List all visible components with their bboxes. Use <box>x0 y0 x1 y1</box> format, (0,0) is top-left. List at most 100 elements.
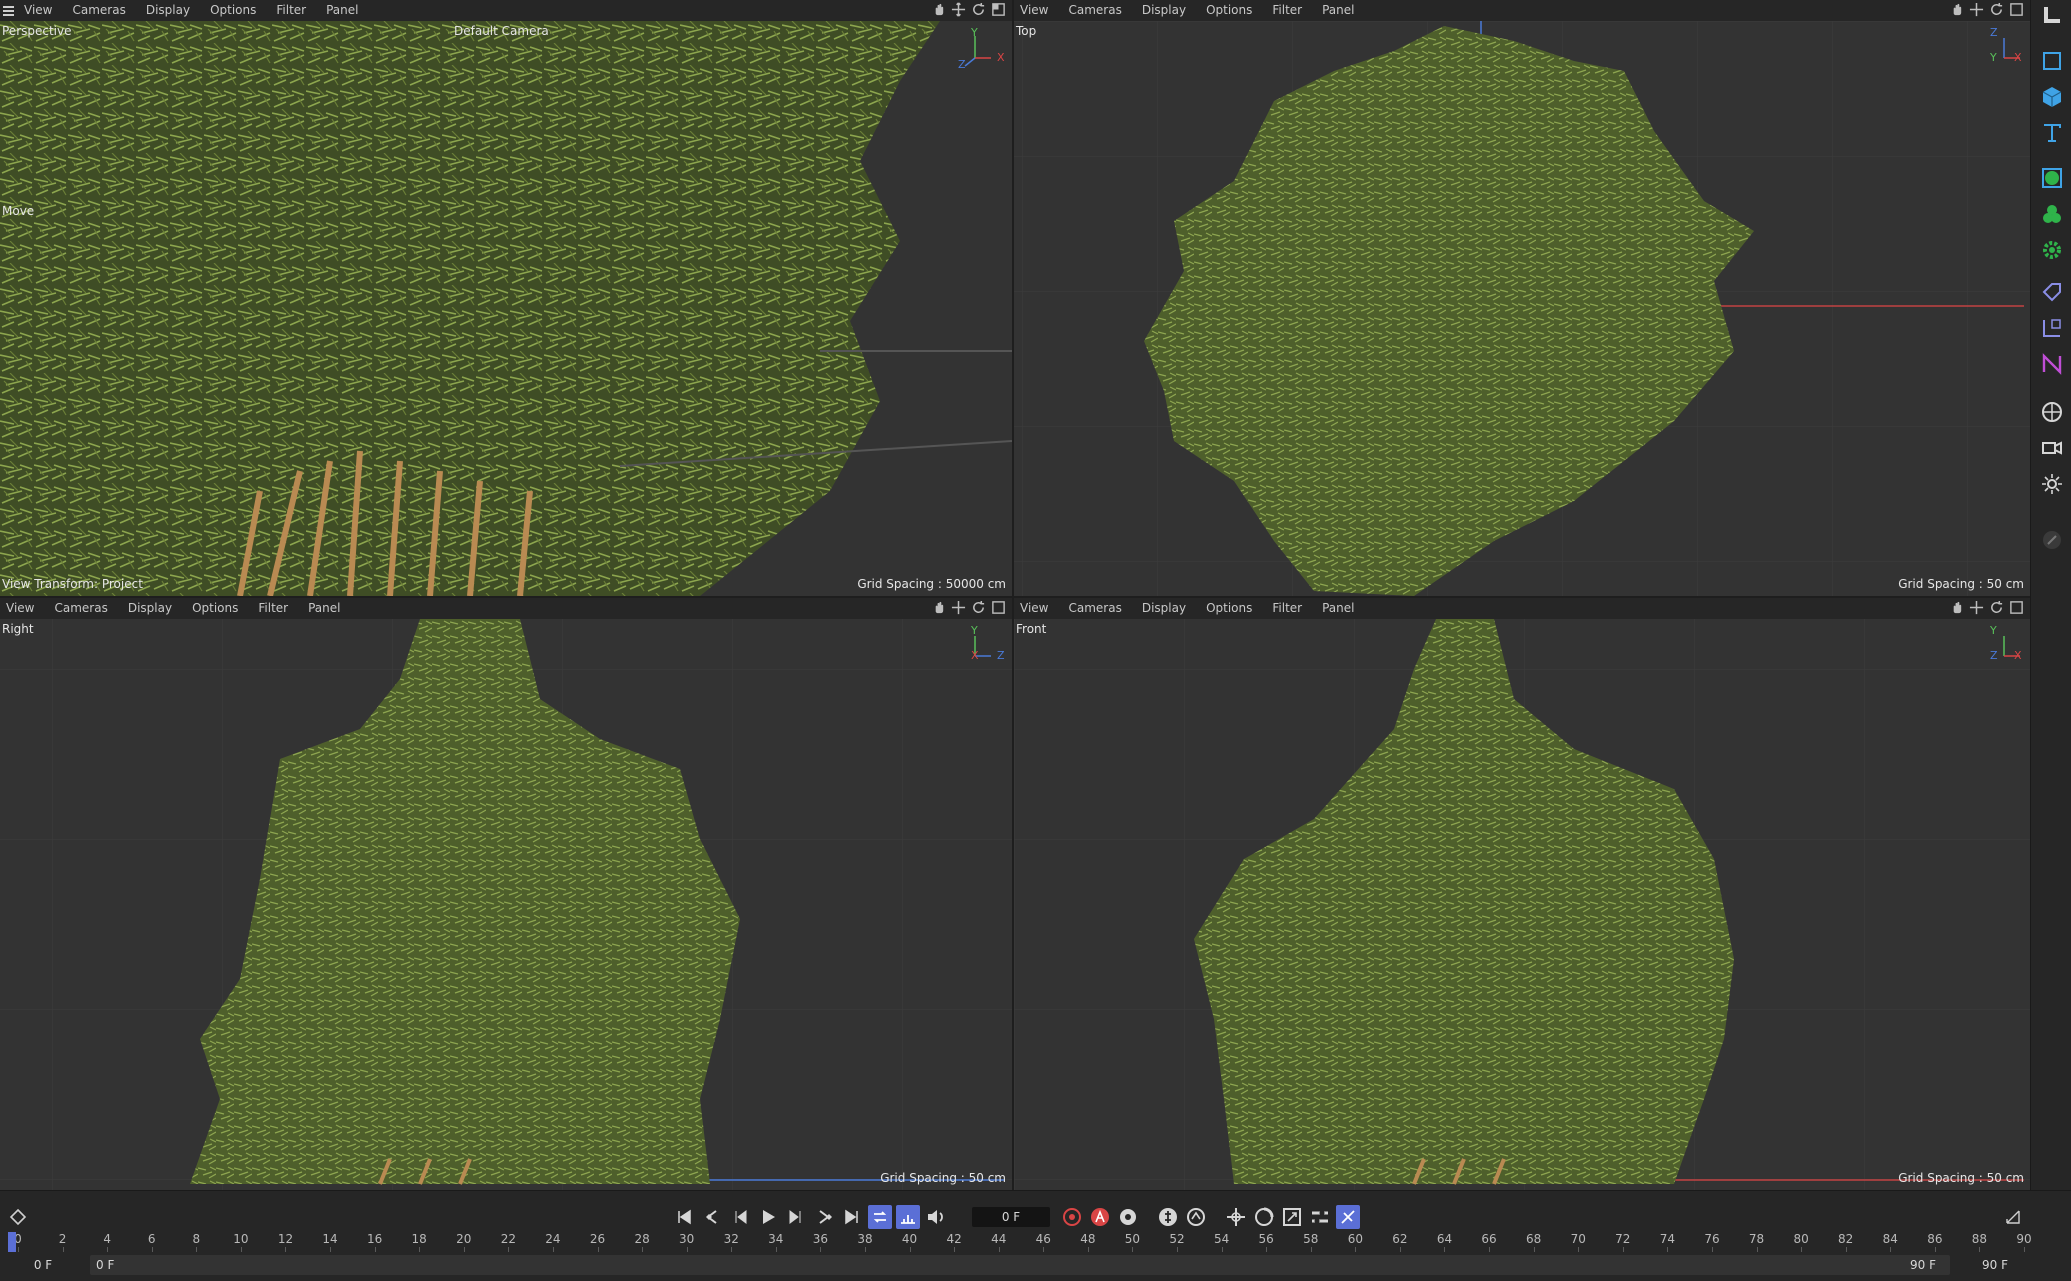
menu-display[interactable]: Display <box>136 0 200 21</box>
cube-outline-icon[interactable] <box>2040 49 2064 73</box>
previous-frame-icon[interactable] <box>728 1205 752 1229</box>
play-icon[interactable] <box>756 1205 780 1229</box>
keyframe-settings-icon[interactable] <box>1116 1205 1140 1229</box>
pan-icon[interactable] <box>1949 2 1964 17</box>
menu-panel[interactable]: Panel <box>316 0 368 21</box>
pan-icon[interactable] <box>931 2 946 17</box>
menu-display[interactable]: Display <box>1132 0 1196 21</box>
key-filter-icon[interactable] <box>1156 1205 1180 1229</box>
playback-rate-icon[interactable] <box>896 1205 920 1229</box>
menu-options[interactable]: Options <box>1196 0 1262 21</box>
field-icon[interactable] <box>2040 400 2064 424</box>
next-frame-icon[interactable] <box>784 1205 808 1229</box>
menu-view[interactable]: View <box>0 598 44 619</box>
cube-icon[interactable] <box>2040 85 2064 109</box>
menu-view[interactable]: View <box>18 0 62 21</box>
axis-label-x: X <box>971 649 979 662</box>
ruler-tick <box>107 1247 109 1252</box>
viewport-top[interactable]: View Cameras Display Options Filter Pane… <box>1014 0 2030 596</box>
next-key-icon[interactable] <box>812 1205 836 1229</box>
menu-view[interactable]: View <box>1014 598 1058 619</box>
mograph-icon[interactable] <box>2040 202 2064 226</box>
menu-panel[interactable]: Panel <box>1312 598 1364 619</box>
start-frame-field[interactable]: 0 F <box>6 1255 80 1275</box>
scene-icon[interactable] <box>2040 316 2064 340</box>
menu-filter[interactable]: Filter <box>1262 0 1312 21</box>
maximize-icon[interactable] <box>2009 2 2024 17</box>
sound-icon[interactable] <box>924 1205 948 1229</box>
expand-timeline-icon[interactable] <box>2003 1207 2023 1227</box>
effector-icon[interactable] <box>2040 352 2064 376</box>
menu-filter[interactable]: Filter <box>248 598 298 619</box>
ruler-tick-label: 80 <box>1793 1232 1809 1246</box>
autokey-icon[interactable] <box>1088 1205 1112 1229</box>
ruler-tick-label: 38 <box>857 1232 873 1246</box>
menu-icon[interactable] <box>0 0 18 21</box>
move-camera-icon[interactable] <box>1969 2 1984 17</box>
rotate-camera-icon[interactable] <box>1989 600 2004 615</box>
range-start-field[interactable]: 0 F <box>96 1255 132 1275</box>
timeline-ruler[interactable]: 0 2 4 6 8 10 12 14 16 18 20 22 24 26 28 30 32 34 36 38 40 42 4… <box>0 1230 2040 1252</box>
generator-icon[interactable] <box>2040 166 2064 190</box>
menu-filter[interactable]: Filter <box>266 0 316 21</box>
viewport-perspective[interactable]: View Cameras Display Options Filter Pane… <box>0 0 1012 596</box>
pan-icon[interactable] <box>1949 600 1964 615</box>
viewport-front[interactable]: View Cameras Display Options Filter Pane… <box>1014 598 2030 1190</box>
move-camera-icon[interactable] <box>951 2 966 17</box>
scheme-icon[interactable] <box>1184 1205 1208 1229</box>
light-icon[interactable] <box>2040 472 2064 496</box>
move-camera-icon[interactable] <box>1969 600 1984 615</box>
viewport-right[interactable]: View Cameras Display Options Filter Pane… <box>0 598 1012 1190</box>
menu-display[interactable]: Display <box>118 598 182 619</box>
menu-panel[interactable]: Panel <box>1312 0 1364 21</box>
maximize-icon[interactable] <box>991 600 1006 615</box>
viewport-name: Right <box>2 622 34 636</box>
menu-options[interactable]: Options <box>200 0 266 21</box>
range-end-field[interactable]: 90 F <box>1900 1255 1936 1275</box>
move-camera-icon[interactable] <box>951 600 966 615</box>
pan-icon[interactable] <box>931 600 946 615</box>
position-key-icon[interactable] <box>1224 1205 1248 1229</box>
camera-icon[interactable] <box>2040 436 2064 460</box>
ruler-tick-label: 14 <box>322 1232 338 1246</box>
keyframe-icon[interactable] <box>8 1207 28 1227</box>
menu-cameras[interactable]: Cameras <box>62 0 135 21</box>
end-frame-field[interactable]: 90 F <box>1960 1255 2030 1275</box>
scale-key-icon[interactable] <box>1280 1205 1304 1229</box>
deformer-icon[interactable] <box>2040 238 2064 262</box>
camera-name[interactable]: Default Camera <box>454 24 549 38</box>
rotate-camera-icon[interactable] <box>971 600 986 615</box>
menu-cameras[interactable]: Cameras <box>1058 598 1131 619</box>
menu-display[interactable]: Display <box>1132 598 1196 619</box>
ruler-tick <box>686 1247 688 1252</box>
point-level-icon[interactable] <box>1336 1205 1360 1229</box>
maximize-icon[interactable] <box>991 2 1006 17</box>
menu-cameras[interactable]: Cameras <box>1058 0 1131 21</box>
menu-view[interactable]: View <box>1014 0 1058 21</box>
parameter-key-icon[interactable] <box>1308 1205 1332 1229</box>
ruler-tick-label: 34 <box>768 1232 784 1246</box>
menu-filter[interactable]: Filter <box>1262 598 1312 619</box>
ruler-tick-label: 42 <box>946 1232 962 1246</box>
rotate-camera-icon[interactable] <box>971 2 986 17</box>
sketch-icon[interactable] <box>2040 528 2064 552</box>
menu-panel[interactable]: Panel <box>298 598 350 619</box>
menu-options[interactable]: Options <box>182 598 248 619</box>
maximize-icon[interactable] <box>2009 600 2024 615</box>
menu-options[interactable]: Options <box>1196 598 1262 619</box>
rotate-camera-icon[interactable] <box>1989 2 2004 17</box>
frame-range-slider[interactable] <box>90 1255 1950 1275</box>
current-frame-field[interactable]: 0 F <box>972 1207 1050 1227</box>
menu-cameras[interactable]: Cameras <box>44 598 117 619</box>
go-to-end-icon[interactable] <box>840 1205 864 1229</box>
record-icon[interactable] <box>1060 1205 1084 1229</box>
text-icon[interactable] <box>2040 121 2064 145</box>
tag-icon[interactable] <box>2040 280 2064 304</box>
ruler-tick-label: 20 <box>456 1232 472 1246</box>
layout-icon[interactable] <box>2040 3 2064 27</box>
previous-key-icon[interactable] <box>700 1205 724 1229</box>
go-to-start-icon[interactable] <box>672 1205 696 1229</box>
loop-icon[interactable] <box>868 1205 892 1229</box>
rotation-key-icon[interactable] <box>1252 1205 1276 1229</box>
playhead-icon[interactable] <box>7 1232 17 1252</box>
